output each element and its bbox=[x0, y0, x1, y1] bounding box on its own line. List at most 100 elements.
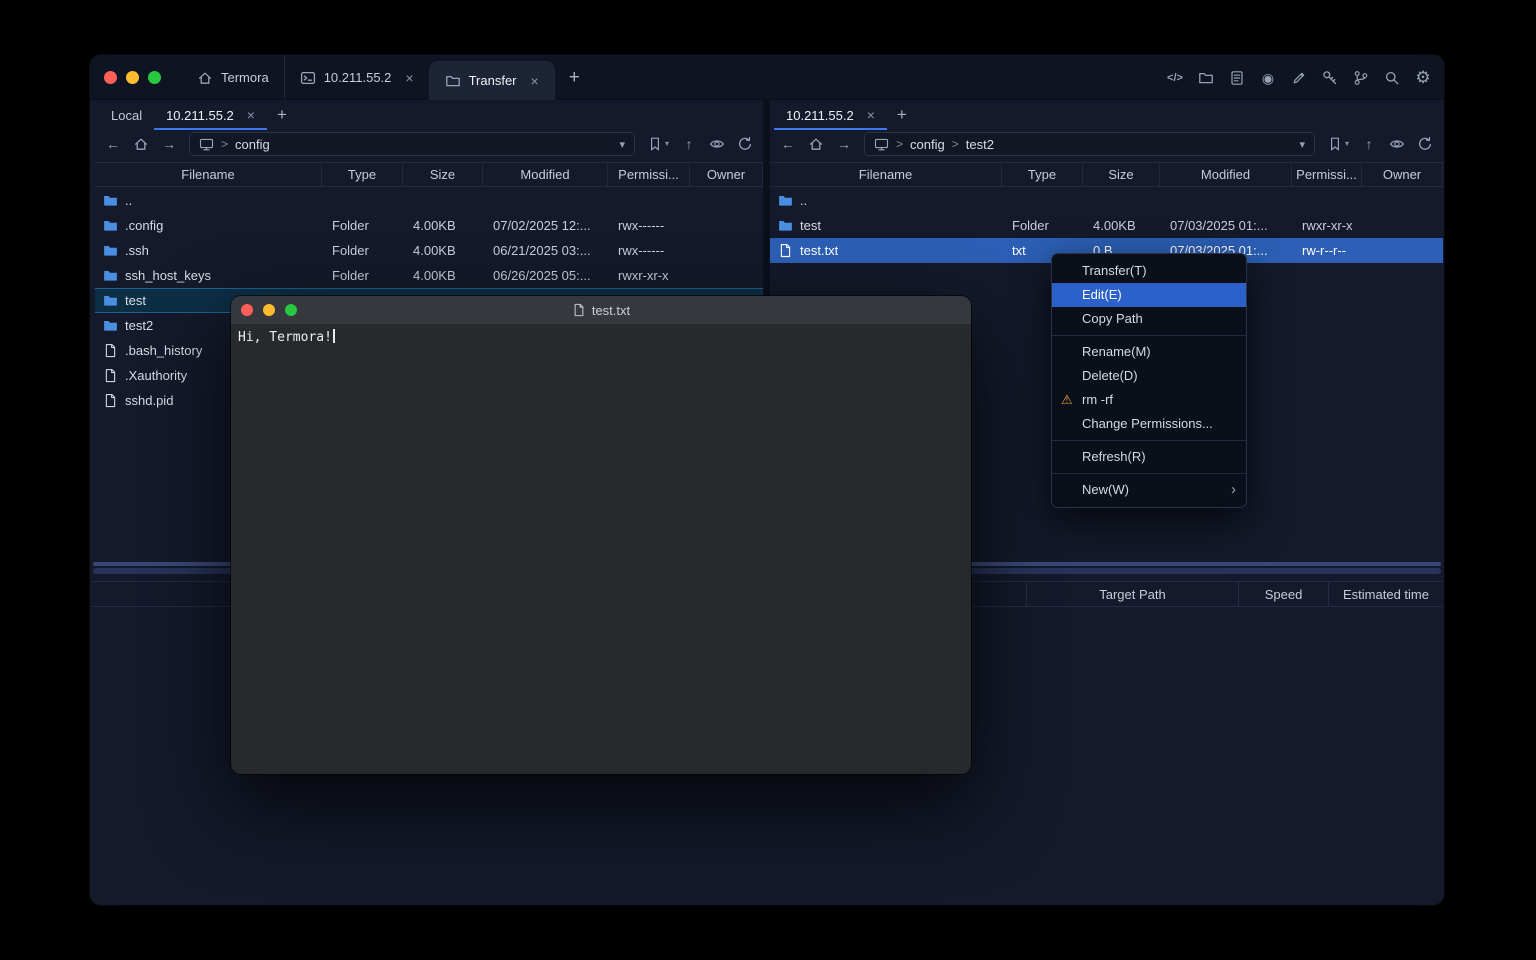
column-header-type[interactable]: Type bbox=[1002, 163, 1083, 186]
minimize-window-button[interactable] bbox=[263, 304, 275, 316]
close-tab-icon[interactable]: × bbox=[531, 74, 539, 88]
bookmark-button[interactable]: ▾ bbox=[1327, 134, 1349, 154]
home-button[interactable] bbox=[133, 134, 149, 154]
folder-icon[interactable] bbox=[1197, 69, 1215, 87]
menu-item-delete[interactable]: Delete(D) bbox=[1052, 364, 1246, 388]
parent-directory-button[interactable]: ↑ bbox=[1361, 134, 1377, 154]
column-header-size[interactable]: Size bbox=[403, 163, 483, 186]
tab-transfer[interactable]: Transfer × bbox=[429, 61, 555, 100]
path-bar[interactable]: > config ▾ bbox=[189, 132, 635, 156]
filename: .. bbox=[800, 193, 807, 208]
editor-content[interactable]: Hi, Termora! bbox=[231, 324, 971, 350]
path-segment[interactable]: config bbox=[910, 137, 945, 152]
menu-item-change-permissions[interactable]: Change Permissions... bbox=[1052, 412, 1246, 436]
close-tab-icon[interactable]: × bbox=[405, 71, 413, 85]
path-segment[interactable]: test2 bbox=[966, 137, 994, 152]
file-permissions: rwx------ bbox=[608, 213, 690, 238]
column-header-filename[interactable]: Filename bbox=[770, 163, 1002, 186]
settings-gear-icon[interactable]: ⚙ bbox=[1414, 69, 1432, 87]
file-row[interactable]: test Folder 4.00KB 07/03/2025 01:... rwx… bbox=[770, 213, 1443, 238]
path-bar[interactable]: > config > test2 ▾ bbox=[864, 132, 1315, 156]
chevron-down-icon[interactable]: ▾ bbox=[619, 138, 625, 151]
tab-label: Termora bbox=[221, 70, 269, 85]
tab-label: 10.211.55.2 bbox=[786, 108, 854, 123]
editor-titlebar[interactable]: test.txt bbox=[231, 296, 971, 324]
column-header-owner[interactable]: Owner bbox=[1362, 163, 1443, 186]
file-permissions bbox=[1292, 188, 1362, 213]
back-button[interactable]: ← bbox=[105, 134, 121, 154]
file-modified bbox=[1160, 188, 1292, 213]
forward-button[interactable]: → bbox=[836, 134, 852, 154]
zoom-window-button[interactable] bbox=[148, 71, 161, 84]
file-row[interactable]: .config Folder 4.00KB 07/02/2025 12:... … bbox=[95, 213, 763, 238]
left-navbar: ← → > config ▾ ▾ ↑ bbox=[95, 130, 763, 158]
search-icon[interactable] bbox=[1383, 69, 1401, 87]
home-button[interactable] bbox=[808, 134, 824, 154]
menu-item-transfer[interactable]: Transfer(T) bbox=[1052, 259, 1246, 283]
transfer-column-speed[interactable]: Speed bbox=[1238, 582, 1328, 606]
pencil-icon[interactable] bbox=[1290, 69, 1308, 87]
menu-item-edit[interactable]: Edit(E) bbox=[1052, 283, 1246, 307]
refresh-button[interactable] bbox=[737, 134, 753, 154]
menu-item-refresh[interactable]: Refresh(R) bbox=[1052, 445, 1246, 469]
menu-item-copy-path[interactable]: Copy Path bbox=[1052, 307, 1246, 331]
close-tab-icon[interactable]: × bbox=[867, 108, 875, 122]
zoom-window-button[interactable] bbox=[285, 304, 297, 316]
column-header-permissions[interactable]: Permissi... bbox=[1292, 163, 1362, 186]
editor-window: test.txt Hi, Termora! bbox=[231, 296, 971, 774]
chevron-down-icon[interactable]: ▾ bbox=[1299, 138, 1305, 151]
key-icon[interactable] bbox=[1321, 69, 1339, 87]
refresh-icon bbox=[1417, 136, 1433, 152]
menu-item-new[interactable]: New(W) › bbox=[1052, 478, 1246, 502]
menu-item-rm-rf[interactable]: ⚠ rm -rf bbox=[1052, 388, 1246, 412]
close-tab-icon[interactable]: × bbox=[247, 108, 255, 122]
tab-local[interactable]: Local bbox=[99, 100, 154, 130]
path-segment[interactable]: config bbox=[235, 137, 270, 152]
branch-icon[interactable] bbox=[1352, 69, 1370, 87]
show-hidden-button[interactable] bbox=[709, 134, 725, 154]
column-header-type[interactable]: Type bbox=[322, 163, 403, 186]
tab-termora[interactable]: Termora bbox=[182, 55, 284, 100]
bookmark-button[interactable]: ▾ bbox=[647, 134, 669, 154]
file-icon bbox=[103, 393, 118, 408]
column-header-modified[interactable]: Modified bbox=[483, 163, 608, 186]
column-header-permissions[interactable]: Permissi... bbox=[608, 163, 690, 186]
tab-remote-left[interactable]: 10.211.55.2 × bbox=[154, 100, 267, 130]
menu-item-label: New(W) bbox=[1082, 482, 1129, 497]
file-row[interactable]: .. bbox=[770, 188, 1443, 213]
filename: .. bbox=[125, 193, 132, 208]
folder-icon bbox=[103, 218, 118, 233]
forward-button[interactable]: → bbox=[161, 134, 177, 154]
transfer-column-target-path[interactable]: Target Path bbox=[1026, 582, 1238, 606]
refresh-button[interactable] bbox=[1417, 134, 1433, 154]
parent-directory-button[interactable]: ↑ bbox=[681, 134, 697, 154]
column-header-owner[interactable]: Owner bbox=[690, 163, 763, 186]
file-size: 4.00KB bbox=[403, 238, 483, 263]
tab-remote-right[interactable]: 10.211.55.2 × bbox=[774, 100, 887, 130]
close-window-button[interactable] bbox=[241, 304, 253, 316]
close-window-button[interactable] bbox=[104, 71, 117, 84]
minimize-window-button[interactable] bbox=[126, 71, 139, 84]
file-row[interactable]: .. bbox=[95, 188, 763, 213]
new-tab-button[interactable]: + bbox=[555, 55, 594, 100]
folder-icon bbox=[103, 193, 118, 208]
show-hidden-button[interactable] bbox=[1389, 134, 1405, 154]
panel-new-tab-button[interactable]: + bbox=[267, 100, 297, 130]
titlebar[interactable]: Termora 10.211.55.2 × Transfer × + </> bbox=[90, 55, 1444, 100]
tab-ssh-host[interactable]: 10.211.55.2 × bbox=[284, 55, 429, 100]
code-snippets-icon[interactable]: </> bbox=[1166, 69, 1184, 87]
file-row[interactable]: .ssh Folder 4.00KB 06/21/2025 03:... rwx… bbox=[95, 238, 763, 263]
log-document-icon[interactable] bbox=[1228, 69, 1246, 87]
panel-new-tab-button[interactable]: + bbox=[887, 100, 917, 130]
record-icon[interactable]: ◉ bbox=[1259, 69, 1277, 87]
back-button[interactable]: ← bbox=[780, 134, 796, 154]
menu-item-rename[interactable]: Rename(M) bbox=[1052, 340, 1246, 364]
column-header-filename[interactable]: Filename bbox=[95, 163, 322, 186]
file-type bbox=[322, 188, 403, 213]
filename: ssh_host_keys bbox=[125, 268, 211, 283]
column-header-modified[interactable]: Modified bbox=[1160, 163, 1292, 186]
bookmark-icon bbox=[647, 136, 663, 152]
column-header-size[interactable]: Size bbox=[1083, 163, 1160, 186]
file-row[interactable]: ssh_host_keys Folder 4.00KB 06/26/2025 0… bbox=[95, 263, 763, 288]
transfer-column-estimated-time[interactable]: Estimated time bbox=[1328, 582, 1443, 606]
